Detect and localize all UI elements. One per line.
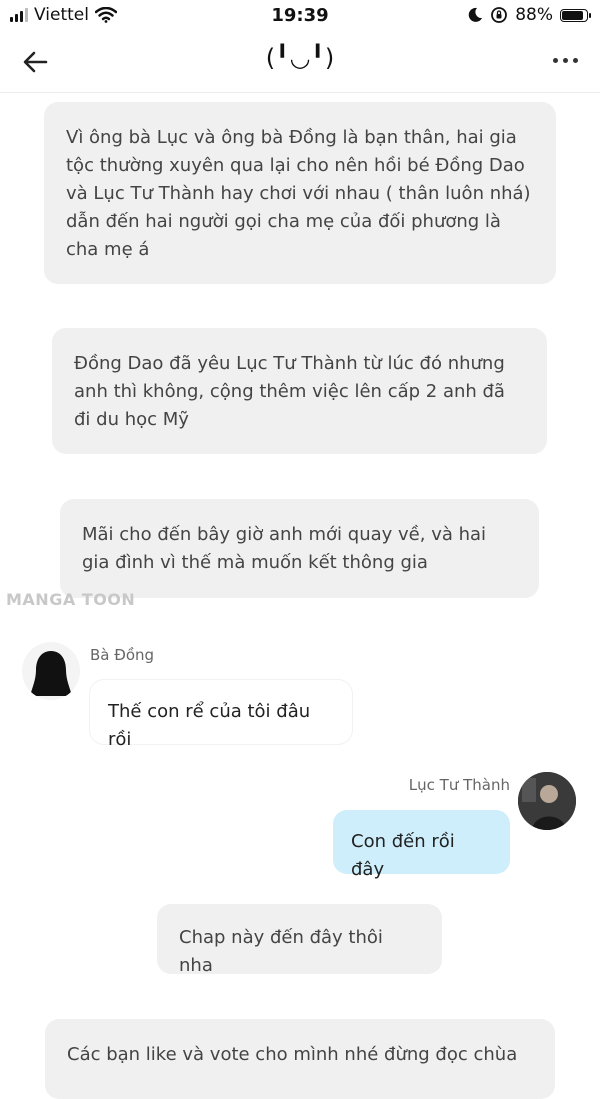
battery-fill [562, 10, 583, 20]
more-options-icon[interactable] [553, 58, 578, 63]
rotation-lock-icon [491, 7, 508, 23]
narration-bubble-4: Chap này đến đây thôi nha [157, 904, 442, 976]
sender-name-right: Lục Tư Thành [408, 776, 510, 794]
message-bubble-right: Con đến rồi đây [333, 810, 510, 880]
avatar-luc-tu-thanh[interactable] [518, 772, 576, 830]
battery-icon [560, 8, 591, 22]
silhouette-icon [30, 651, 72, 696]
chat-title: (╹◡╹) [265, 44, 335, 72]
watermark: MANGA TOON [6, 590, 136, 609]
avatar-ba-dong[interactable] [22, 642, 80, 700]
moon-icon [468, 7, 483, 22]
narration-bubble-1: Vì ông bà Lục và ông bà Đồng là bạn thân… [44, 102, 556, 284]
battery-percent: 88% [515, 5, 553, 25]
message-bubble-left: Thế con rể của tôi đâu rồi [90, 680, 352, 750]
narration-bubble-3: Mãi cho đến bây giờ anh mới quay về, và … [60, 499, 539, 598]
sender-name-left: Bà Đồng [90, 646, 155, 664]
portrait-icon [518, 772, 576, 830]
status-right: 88% [467, 5, 591, 25]
narration-bubble-5: Các bạn like và vote cho mình nhé đừng đ… [45, 1019, 555, 1099]
chat-header: (╹◡╹) [0, 32, 600, 93]
status-bar: Viettel 19:39 88% [0, 0, 600, 32]
narration-bubble-2: Đồng Dao đã yêu Lục Tư Thành từ lúc đó n… [52, 328, 547, 454]
